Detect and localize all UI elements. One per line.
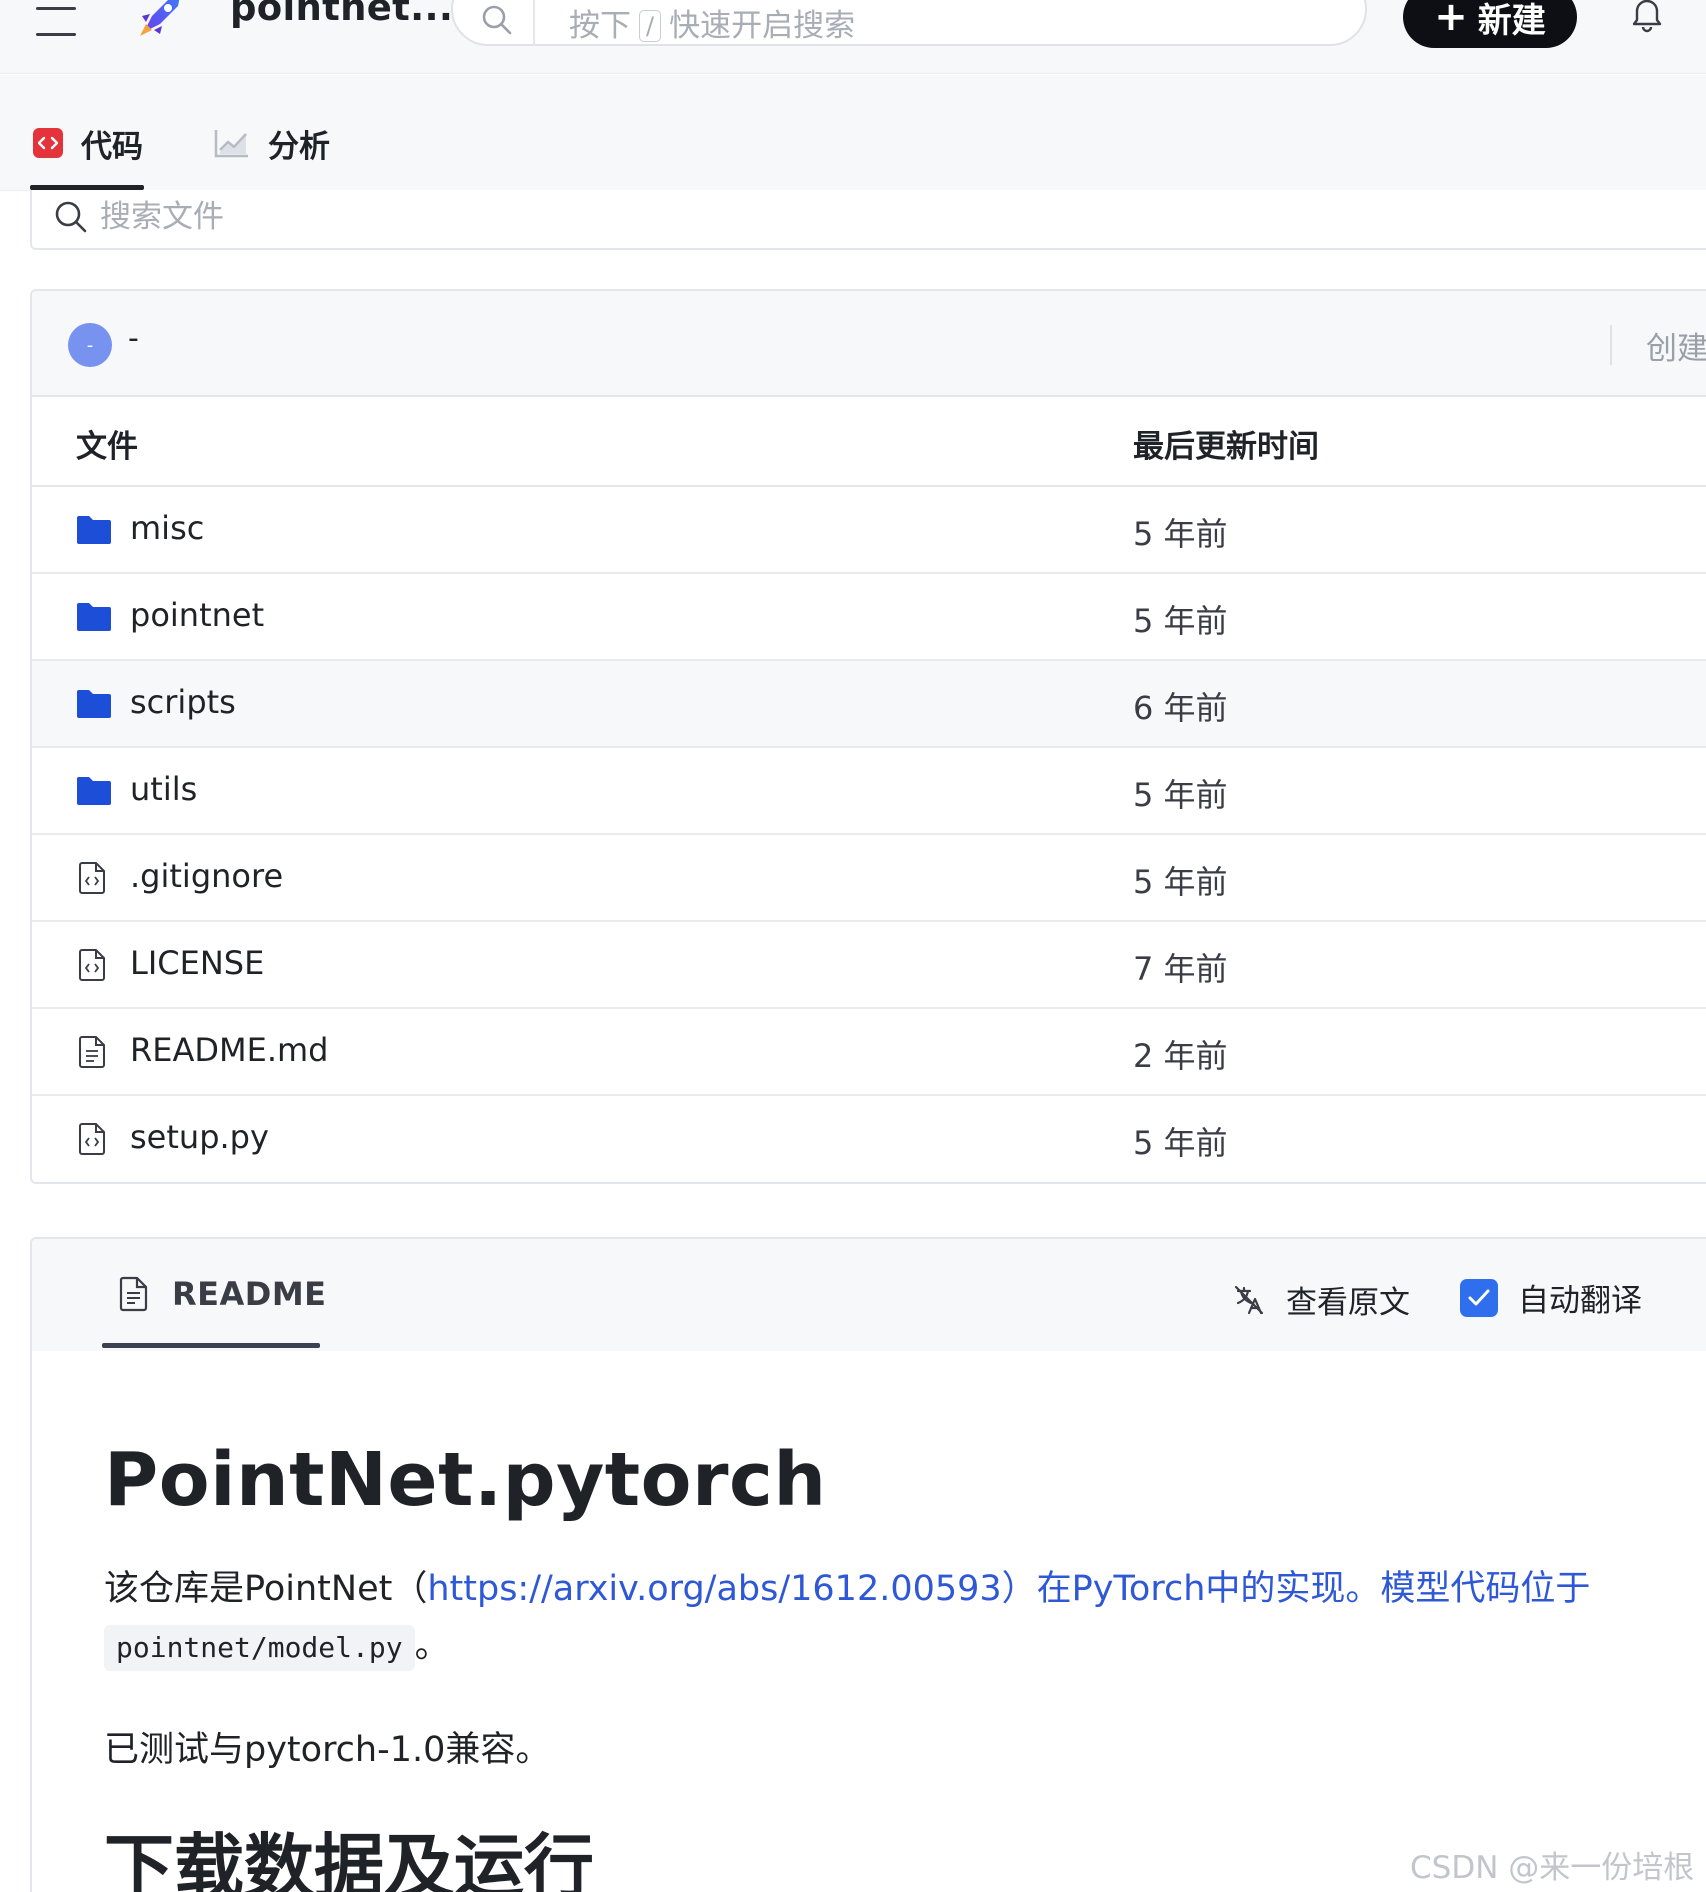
latest-commit-bar: - - 创建: [32, 291, 1706, 397]
table-header: 文件 最后更新时间: [32, 397, 1706, 487]
code-file-icon: [79, 862, 105, 894]
plus-icon: +: [1434, 0, 1468, 40]
table-row[interactable]: scripts 6 年前: [32, 661, 1706, 748]
table-row[interactable]: .gitignore 5 年前: [32, 835, 1706, 922]
table-row[interactable]: misc 5 年前: [32, 487, 1706, 574]
inline-code: pointnet/model.py: [104, 1625, 415, 1671]
tab-analysis[interactable]: 分析: [214, 115, 330, 171]
file-name[interactable]: LICENSE: [130, 944, 264, 982]
auto-translate-checkbox[interactable]: [1460, 1278, 1498, 1317]
translate-off-icon: [1234, 1285, 1264, 1314]
search-divider: [533, 0, 535, 46]
code-file-icon: [79, 1123, 105, 1155]
readme-tab-label: README: [172, 1275, 327, 1313]
text-file-icon: [79, 1036, 105, 1068]
menu-icon[interactable]: [36, 7, 78, 37]
readme-tab[interactable]: README: [118, 1275, 327, 1313]
folder-icon: [77, 777, 111, 805]
tab-analysis-label: 分析: [268, 128, 330, 165]
search-suffix: 快速开启搜索: [669, 8, 856, 44]
file-name[interactable]: README.md: [130, 1031, 328, 1069]
text-file-icon: [119, 1276, 148, 1312]
bell-icon[interactable]: [1627, 0, 1667, 34]
readme-header: README 查看原文 自动翻译: [32, 1239, 1706, 1351]
search-icon: [482, 5, 512, 35]
readme-card: README 查看原文 自动翻译 PointNet.pytorch 该仓库是Po…: [30, 1237, 1706, 1892]
file-search-box: [30, 190, 1706, 250]
file-name[interactable]: utils: [130, 770, 197, 808]
file-updated-time: 6 年前: [1133, 689, 1228, 727]
repo-name[interactable]: pointnet...: [230, 0, 453, 29]
file-updated-time: 2 年前: [1133, 1037, 1228, 1075]
avatar[interactable]: -: [68, 323, 112, 367]
folder-icon: [77, 516, 111, 544]
file-search-input[interactable]: [100, 192, 1000, 242]
page: pointnet... 按下 / 快速开启搜索 + 新建 代码 分析 搜索文件 …: [0, 0, 1706, 1892]
readme-paragraph: 已测试与pytorch-1.0兼容。: [104, 1730, 551, 1770]
commit-message[interactable]: -: [128, 321, 139, 356]
folder-icon: [77, 690, 111, 718]
file-updated-time: 5 年前: [1133, 602, 1228, 640]
table-row[interactable]: pointnet 5 年前: [32, 574, 1706, 661]
view-original-label: 查看原文: [1286, 1285, 1410, 1321]
search-shortcut-key: /: [639, 10, 662, 42]
table-row[interactable]: setup.py 5 年前: [32, 1096, 1706, 1182]
chart-icon: [214, 130, 248, 158]
code-file-icon: [79, 949, 105, 981]
file-name[interactable]: pointnet: [130, 596, 264, 634]
file-name[interactable]: .gitignore: [130, 857, 283, 895]
file-updated-time: 5 年前: [1133, 1124, 1228, 1162]
view-original-button[interactable]: 查看原文: [1232, 1277, 1410, 1322]
readme-paragraph: 该仓库是PointNet（https://arxiv.org/abs/1612.…: [104, 1563, 1664, 1672]
commit-created-link[interactable]: 创建: [1646, 323, 1706, 368]
file-rows: misc 5 年前 pointnet 5 年前 scripts 6 年前 uti…: [32, 487, 1706, 1182]
new-button-label: 新建: [1477, 0, 1546, 41]
search-icon: [55, 201, 87, 233]
file-updated-time: 5 年前: [1133, 863, 1228, 901]
arxiv-link[interactable]: https://arxiv.org/abs/1612.00593）在PyTorc…: [427, 1569, 1590, 1609]
table-row[interactable]: LICENSE 7 年前: [32, 922, 1706, 1009]
repo-tabs: 代码 分析: [0, 75, 1706, 191]
readme-tab-indicator: [102, 1343, 320, 1348]
folder-icon: [77, 603, 111, 631]
rocket-logo-icon[interactable]: [136, 0, 186, 40]
top-bar: pointnet... 按下 / 快速开启搜索 + 新建: [0, 0, 1706, 74]
code-icon: [33, 128, 63, 158]
file-updated-time: 5 年前: [1133, 776, 1228, 814]
auto-translate-toggle[interactable]: 自动翻译: [1460, 1275, 1642, 1320]
tab-code-label: 代码: [81, 128, 143, 165]
commit-divider: [1610, 325, 1612, 365]
column-header-file: 文件: [76, 429, 138, 465]
file-updated-time: 7 年前: [1133, 950, 1228, 988]
global-search-box[interactable]: 按下 / 快速开启搜索: [451, 0, 1367, 46]
file-name[interactable]: scripts: [130, 683, 236, 721]
check-icon: [1468, 1289, 1490, 1305]
paragraph-text: 该仓库是PointNet（: [104, 1569, 428, 1609]
watermark: CSDN @来一份培根: [1410, 1850, 1695, 1886]
file-updated-time: 5 年前: [1133, 515, 1228, 553]
file-name[interactable]: misc: [130, 509, 204, 547]
table-row[interactable]: utils 5 年前: [32, 748, 1706, 835]
column-header-updated: 最后更新时间: [1133, 429, 1319, 465]
new-button[interactable]: + 新建: [1403, 0, 1577, 48]
tab-code[interactable]: 代码: [33, 115, 143, 171]
auto-translate-label: 自动翻译: [1518, 1283, 1642, 1319]
search-placeholder: 按下 / 快速开启搜索: [569, 0, 855, 45]
readme-section-heading: 下载数据及运行: [104, 1826, 594, 1892]
search-prefix: 按下: [569, 8, 631, 44]
readme-title: PointNet.pytorch: [104, 1437, 827, 1523]
file-name[interactable]: setup.py: [130, 1118, 269, 1156]
paragraph-text: 。: [414, 1626, 450, 1666]
file-list-card: - - 创建 文件 最后更新时间 misc 5 年前 pointnet 5 年前: [30, 289, 1706, 1184]
table-row[interactable]: README.md 2 年前: [32, 1009, 1706, 1096]
